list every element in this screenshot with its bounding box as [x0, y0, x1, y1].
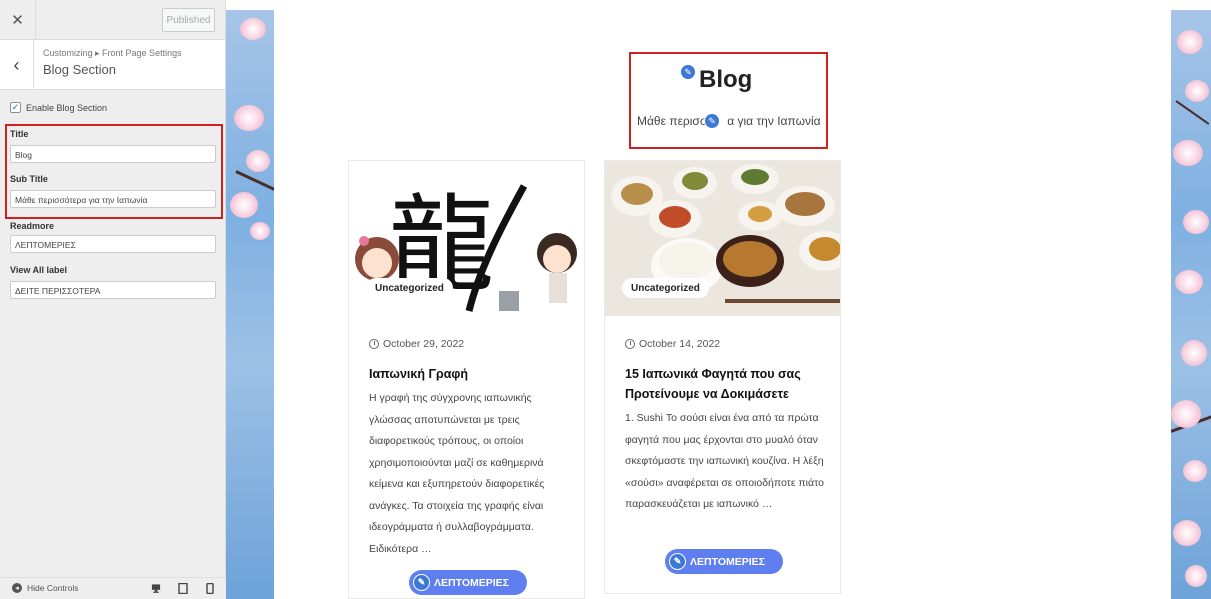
checkbox-checked-icon[interactable]: ✓ — [10, 102, 21, 113]
post-title[interactable]: 15 Ιαπωνικά Φαγητά που σας Προτείνουμε ν… — [625, 364, 830, 404]
subtitle-label: Sub Title — [10, 174, 48, 184]
clock-icon — [369, 339, 379, 349]
blog-subtitle-part-right: α για την Ιαπωνία — [727, 114, 821, 128]
blog-title: Blog — [699, 66, 753, 93]
readmore-button-label: ΛΕΠΤΟΜΕΡΙΕΣ — [690, 555, 765, 568]
post-excerpt: Η γραφή της σύγχρονης ιαπωνικής γλώσσας … — [369, 392, 545, 555]
readmore-button[interactable]: ✎ ΛΕΠΤΟΜΕΡΙΕΣ — [665, 549, 783, 574]
blog-subtitle: Μάθε περισσ α για την Ιαπωνία — [637, 114, 821, 128]
section-title: Blog Section — [43, 62, 116, 77]
cherry-blossom-right-image — [1171, 10, 1211, 599]
tablet-icon[interactable] — [178, 583, 188, 594]
post-date-text: October 29, 2022 — [383, 338, 465, 350]
post-image-calligraphy[interactable]: 龍 Uncategorized — [349, 161, 584, 316]
readmore-button[interactable]: ✎ ΛΕΠΤΟΜΕΡΙΕΣ — [409, 570, 527, 595]
category-badge[interactable]: Uncategorized — [366, 278, 453, 298]
customizer-footer: ◂ Hide Controls — [0, 577, 226, 599]
subtitle-input[interactable]: Μάθε περισσότερα για την Ιαπωνία — [10, 190, 216, 208]
viewall-label: View All label — [10, 265, 68, 275]
post-date: October 29, 2022 — [369, 338, 464, 350]
enable-blog-label: Enable Blog Section — [26, 102, 108, 113]
cherry-blossom-left-image — [226, 10, 274, 599]
post-card: 龍 Uncategorized October 29, 2022 Ιαπωνικ… — [348, 160, 585, 599]
post-card: Uncategorized October 14, 2022 15 Ιαπωνι… — [604, 160, 841, 594]
readmore-input[interactable]: ΛΕΠΤΟΜΕΡΙΕΣ — [10, 235, 216, 253]
edit-pencil-icon[interactable]: ✎ — [680, 64, 696, 80]
enable-blog-checkbox-row[interactable]: ✓ Enable Blog Section — [10, 102, 107, 113]
post-title[interactable]: Ιαπωνική Γραφή — [369, 364, 574, 384]
title-input[interactable]: Blog — [10, 145, 216, 163]
blog-subtitle-part-left: Μάθε περισσ — [637, 114, 708, 128]
readmore-label: Readmore — [10, 221, 55, 231]
edit-pencil-icon[interactable]: ✎ — [669, 553, 686, 570]
customizer-header: ✕ Published — [0, 0, 225, 40]
section-header: ‹ Customizing ▸ Front Page Settings Blog… — [0, 40, 225, 90]
chevron-left-icon[interactable]: ‹ — [0, 40, 34, 90]
hide-controls-button[interactable]: ◂ Hide Controls — [12, 583, 79, 593]
clock-icon — [625, 339, 635, 349]
published-button[interactable]: Published — [162, 8, 215, 32]
post-date-text: October 14, 2022 — [639, 338, 721, 350]
close-icon[interactable]: ✕ — [0, 0, 36, 39]
customizer-panel: ✕ Published ‹ Customizing ▸ Front Page S… — [0, 0, 226, 599]
viewall-input[interactable]: ΔΕΙΤΕ ΠΕΡΙΣΣΟΤΕΡΑ — [10, 281, 216, 299]
desktop-icon[interactable] — [151, 583, 161, 594]
post-image-japanese-food[interactable]: Uncategorized — [605, 161, 840, 316]
title-label: Title — [10, 129, 29, 139]
hide-controls-label: Hide Controls — [27, 583, 79, 593]
post-excerpt: 1. Sushi Το σούσι είναι ένα από τα πρώτα… — [625, 412, 824, 510]
hide-controls-icon: ◂ — [12, 583, 22, 593]
breadcrumb: Customizing ▸ Front Page Settings — [43, 48, 182, 58]
readmore-button-label: ΛΕΠΤΟΜΕΡΙΕΣ — [434, 576, 509, 589]
mobile-icon[interactable] — [205, 583, 215, 594]
edit-pencil-icon[interactable]: ✎ — [413, 574, 430, 591]
edit-pencil-icon-subtitle[interactable]: ✎ — [704, 113, 720, 129]
post-date: October 14, 2022 — [625, 338, 720, 350]
category-badge[interactable]: Uncategorized — [622, 278, 709, 298]
